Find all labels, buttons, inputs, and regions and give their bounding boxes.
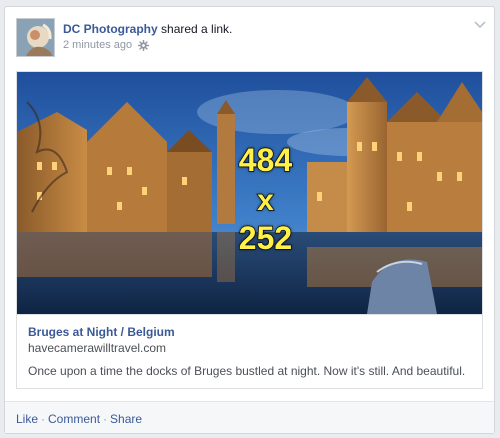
post-timestamp[interactable]: 2 minutes ago	[63, 39, 132, 51]
post-header: DC Photography shared a link.	[63, 22, 232, 36]
link-domain: havecamerawilltravel.com	[28, 341, 167, 355]
comment-link[interactable]: Comment	[48, 412, 100, 426]
page-avatar[interactable]	[16, 18, 55, 57]
like-link[interactable]: Like	[16, 412, 38, 426]
post-action-text: shared a link.	[161, 22, 233, 36]
link-preview-meta[interactable]: Bruges at Night / Belgium havecamerawill…	[17, 314, 482, 388]
post-actions-bar: Like · Comment · Share	[5, 401, 494, 433]
gear-icon[interactable]	[138, 39, 150, 51]
link-preview-image[interactable]	[17, 72, 482, 314]
post-card: DC Photography shared a link. 2 minutes …	[4, 6, 495, 434]
link-description: Once upon a time the docks of Bruges bus…	[28, 364, 466, 378]
share-link[interactable]: Share	[110, 412, 142, 426]
link-title[interactable]: Bruges at Night / Belgium	[28, 325, 471, 339]
page-name-link[interactable]: DC Photography	[63, 22, 158, 36]
action-separator: ·	[103, 412, 108, 426]
link-preview-card[interactable]: 484 x 252 Bruges at Night / Belgium have…	[16, 71, 483, 389]
chevron-down-icon[interactable]	[474, 19, 486, 29]
post-timestamp-row: 2 minutes ago	[63, 39, 150, 51]
action-separator: ·	[41, 412, 46, 426]
